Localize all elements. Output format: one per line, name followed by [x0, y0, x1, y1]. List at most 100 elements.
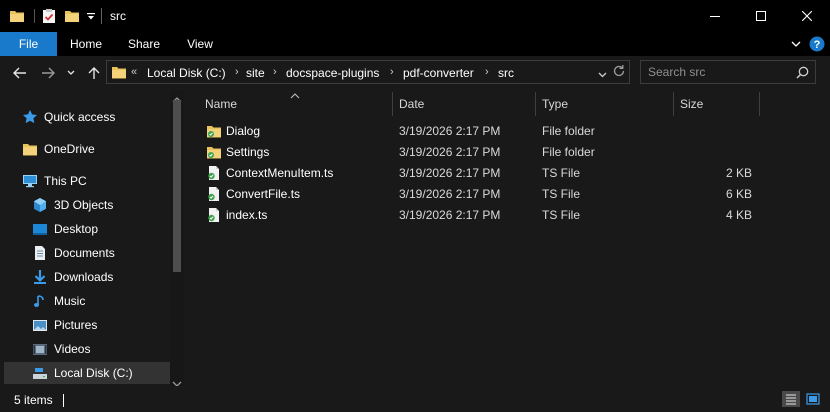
customize-toolbar-icon[interactable] [84, 7, 98, 25]
file-date: 3/19/2026 2:17 PM [399, 208, 501, 222]
large-icons-view-icon[interactable] [804, 391, 822, 407]
search-box[interactable] [640, 60, 816, 84]
ts-file-icon [206, 207, 222, 223]
svg-text:?: ? [814, 39, 821, 51]
chevron-right-icon[interactable]: › [273, 66, 277, 78]
tab-home[interactable]: Home [62, 32, 110, 56]
nav-item-label: 3D Objects [54, 198, 114, 212]
ts-file-icon [206, 186, 222, 202]
nav-item-music[interactable]: Music [32, 290, 168, 312]
new-folder-icon[interactable] [63, 7, 81, 25]
nav-item-label: This PC [44, 174, 87, 188]
file-type: File folder [542, 145, 595, 159]
nav-item-quick-access[interactable]: Quick access [22, 106, 168, 128]
computer-icon [22, 173, 38, 189]
nav-item-videos[interactable]: Videos [32, 338, 168, 360]
breadcrumb-docspace-plugins[interactable]: docspace-plugins [286, 66, 379, 80]
title-bar: src [0, 0, 830, 32]
videos-icon [32, 341, 48, 357]
column-header-size[interactable]: Size [680, 93, 750, 115]
file-type: TS File [542, 187, 581, 201]
nav-item-label: Desktop [54, 222, 99, 236]
nav-item-label: Quick access [44, 110, 116, 124]
status-bar: 5 items [0, 386, 830, 412]
close-icon[interactable] [784, 0, 830, 32]
nav-item-local-disk[interactable]: Local Disk (C:) [4, 362, 170, 384]
help-icon[interactable]: ? [809, 36, 825, 52]
column-divider[interactable] [392, 92, 393, 116]
refresh-icon[interactable] [612, 64, 626, 81]
file-row-index[interactable]: index.ts 3/19/2026 2:17 PM TS File 4 KB [200, 205, 760, 226]
file-row-convertfile[interactable]: ConvertFile.ts 3/19/2026 2:17 PM TS File… [200, 184, 760, 205]
nav-item-pictures[interactable]: Pictures [32, 314, 168, 336]
file-date: 3/19/2026 2:17 PM [399, 166, 501, 180]
nav-item-documents[interactable]: Documents [32, 242, 168, 264]
address-dropdown-icon[interactable] [598, 67, 607, 81]
column-divider[interactable] [535, 92, 536, 116]
nav-item-desktop[interactable]: Desktop [32, 218, 168, 240]
nav-item-onedrive[interactable]: OneDrive [22, 138, 168, 160]
nav-scroll-thumb[interactable] [173, 100, 181, 272]
column-header-type[interactable]: Type [542, 93, 670, 115]
column-divider[interactable] [673, 92, 674, 116]
properties-icon[interactable] [40, 7, 58, 25]
column-header-name[interactable]: Name [205, 93, 385, 115]
breadcrumb-overflow[interactable]: « [131, 66, 137, 78]
up-arrow-icon[interactable] [83, 64, 105, 82]
file-date: 3/19/2026 2:17 PM [399, 187, 501, 201]
minimize-icon[interactable] [692, 0, 738, 32]
pictures-icon [32, 317, 48, 333]
search-input[interactable] [648, 64, 798, 80]
file-size: 4 KB [725, 208, 752, 222]
nav-item-label: Videos [54, 342, 91, 356]
drive-icon [32, 365, 48, 381]
nav-item-downloads[interactable]: Downloads [32, 266, 168, 288]
file-name: index.ts [226, 208, 268, 222]
chevron-down-icon[interactable] [790, 38, 802, 50]
file-type: TS File [542, 166, 581, 180]
column-divider[interactable] [759, 92, 760, 116]
chevron-right-icon[interactable]: › [390, 66, 394, 78]
recent-locations-icon[interactable] [63, 64, 79, 82]
nav-item-label: Local Disk (C:) [54, 366, 133, 380]
address-bar[interactable]: « Local Disk (C:) › site › docspace-plug… [106, 60, 630, 84]
folder-icon [22, 141, 38, 157]
folder-icon [206, 123, 222, 139]
tab-share[interactable]: Share [120, 32, 168, 56]
breadcrumb-src[interactable]: src [498, 66, 514, 80]
file-row-contextmenuitem[interactable]: ContextMenuItem.ts 3/19/2026 2:17 PM TS … [200, 163, 760, 184]
file-size: 6 KB [725, 187, 752, 201]
tab-view[interactable]: View [177, 32, 223, 56]
file-row-dialog[interactable]: Dialog 3/19/2026 2:17 PM File folder [200, 121, 760, 142]
folder-icon [206, 144, 222, 160]
chevron-right-icon[interactable]: › [235, 66, 239, 78]
tab-file[interactable]: File [0, 32, 57, 56]
breadcrumb-pdf-converter[interactable]: pdf-converter [403, 66, 474, 80]
star-icon [22, 109, 38, 125]
nav-item-label: Documents [54, 246, 115, 260]
file-name: Dialog [226, 124, 261, 138]
chevron-right-icon[interactable]: › [485, 66, 489, 78]
details-view-icon[interactable] [782, 391, 800, 407]
download-icon [32, 269, 48, 285]
folder-icon [111, 64, 127, 83]
ts-file-icon [206, 165, 222, 181]
file-row-settings[interactable]: Settings 3/19/2026 2:17 PM File folder [200, 142, 760, 163]
file-date: 3/19/2026 2:17 PM [399, 124, 501, 138]
maximize-icon[interactable] [738, 0, 784, 32]
column-header-date[interactable]: Date [399, 93, 529, 115]
status-divider [63, 394, 64, 407]
search-icon[interactable] [796, 66, 809, 82]
nav-item-this-pc[interactable]: This PC [22, 170, 168, 192]
documents-icon [32, 245, 48, 261]
breadcrumb-local-disk[interactable]: Local Disk (C:) [147, 66, 226, 80]
file-name: ConvertFile.ts [226, 187, 301, 201]
breadcrumb-site[interactable]: site [246, 66, 265, 80]
forward-arrow-icon[interactable] [37, 64, 59, 82]
desktop-icon [32, 221, 48, 237]
back-arrow-icon[interactable] [9, 64, 31, 82]
nav-item-3d-objects[interactable]: 3D Objects [32, 194, 168, 216]
cube-icon [32, 197, 48, 213]
title-divider [101, 8, 102, 24]
ribbon-tabs: File Home Share View ? [0, 32, 830, 56]
